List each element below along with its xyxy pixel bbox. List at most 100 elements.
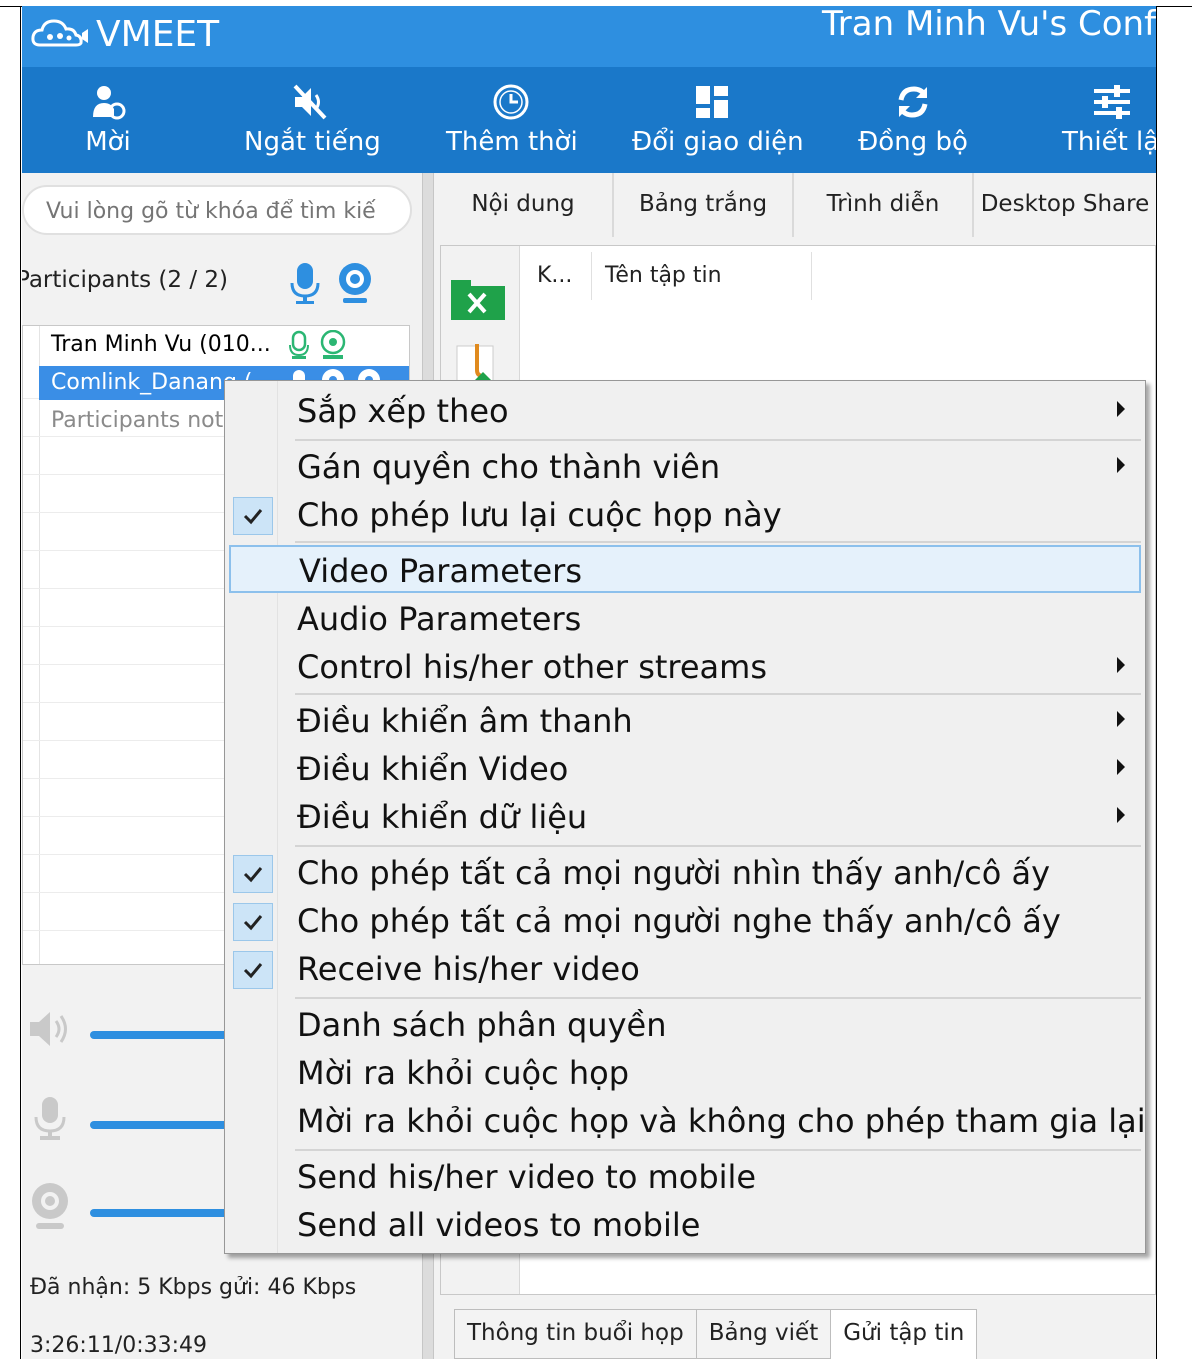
tab-content[interactable]: Nội dung: [434, 173, 614, 237]
conference-title: Tran Minh Vu's Conference: [822, 6, 1156, 44]
main-toolbar: Mời Ngắt tiếng Thêm thời Đổi giao diện Đ…: [22, 67, 1156, 173]
participant-row[interactable]: Tran Minh Vu (010...: [39, 328, 271, 362]
bandwidth-status: Đã nhận: 5 Kbps gửi: 46 Kbps: [30, 1275, 357, 1300]
menu-item-label: Audio Parameters: [297, 600, 582, 638]
participant-row[interactable]: Participants not: [39, 404, 223, 438]
menu-item-label: Điều khiển dữ liệu: [297, 798, 588, 836]
menu-item-label: Cho phép tất cả mọi người nghe thấy anh/…: [297, 902, 1061, 940]
webcam-icon: [339, 263, 371, 303]
webcam-icon[interactable]: [319, 330, 347, 360]
app-name: VMEET: [96, 13, 220, 55]
add-time-button[interactable]: Thêm thời: [446, 79, 578, 159]
menu-item-label: Send his/her video to mobile: [297, 1158, 757, 1196]
change-layout-button[interactable]: Đổi giao diện: [632, 79, 804, 159]
menu-separator: [295, 1149, 1141, 1151]
microphone-icon[interactable]: [287, 330, 311, 360]
menu-item-label: Điều khiển Video: [297, 750, 569, 788]
menu-item-label: Danh sách phân quyền: [297, 1006, 667, 1044]
menu-item-label: Cho phép lưu lại cuộc họp này: [297, 496, 782, 534]
sync-button[interactable]: Đồng bộ: [858, 79, 968, 159]
invite-button[interactable]: Mời: [76, 79, 140, 159]
settings-sliders-icon: [1094, 85, 1130, 119]
menu-item-allow-record[interactable]: Cho phép lưu lại cuộc họp này: [229, 491, 1141, 539]
outer-border-right: [1156, 6, 1157, 1359]
menu-separator: [295, 541, 1141, 543]
menu-separator: [295, 997, 1141, 999]
submenu-arrow-icon: [1117, 759, 1125, 775]
menu-item-label: Video Parameters: [299, 552, 582, 590]
sync-icon: [898, 86, 928, 118]
tab-meeting-info[interactable]: Thông tin buổi họp: [454, 1309, 697, 1359]
submenu-arrow-icon: [1117, 401, 1125, 417]
mute-icon: [293, 84, 327, 120]
cloud-logo-icon: [31, 19, 88, 47]
participant-name: Tran Minh Vu (010...: [51, 332, 271, 357]
checkmark-icon: [233, 497, 273, 535]
submenu-arrow-icon: [1117, 457, 1125, 473]
bottom-tabs: Thông tin buổi họp Bảng viết Gửi tập tin: [454, 1309, 978, 1359]
tab-presentation[interactable]: Trình diễn: [794, 173, 974, 237]
menu-separator: [295, 439, 1141, 441]
column-separator: [591, 252, 592, 300]
settings-label: Thiết lập: [1062, 127, 1156, 157]
column-file-name[interactable]: Tên tập tin: [605, 252, 722, 300]
tab-writing-board[interactable]: Bảng viết: [695, 1309, 832, 1359]
mute-button[interactable]: Ngắt tiếng: [244, 79, 381, 159]
invite-label: Mời: [85, 127, 131, 157]
tab-send-file[interactable]: Gửi tập tin: [830, 1309, 978, 1359]
menu-item-allow-everyone-hear[interactable]: Cho phép tất cả mọi người nghe thấy anh/…: [229, 897, 1141, 945]
tab-desktop-share[interactable]: Desktop Share: [974, 173, 1156, 237]
menu-item-label: Cho phép tất cả mọi người nhìn thấy anh/…: [297, 854, 1051, 892]
menu-item-send-all-videos-mobile[interactable]: Send all videos to mobile: [229, 1201, 1141, 1249]
menu-item-label: Receive his/her video: [297, 950, 640, 988]
menu-item-send-video-mobile[interactable]: Send his/her video to mobile: [229, 1153, 1141, 1201]
participants-count: Participants (2 / 2): [22, 267, 228, 293]
submenu-arrow-icon: [1117, 657, 1125, 673]
column-kind[interactable]: K...: [537, 252, 572, 300]
search-input[interactable]: [44, 195, 398, 227]
clock-icon: [493, 84, 529, 120]
participant-row-icons: [287, 330, 347, 360]
change-layout-label: Đổi giao diện: [632, 127, 804, 157]
menu-item-video-control[interactable]: Điều khiển Video: [229, 745, 1141, 793]
menu-item-label: Send all videos to mobile: [297, 1206, 701, 1244]
menu-item-label: Gán quyền cho thành viên: [297, 448, 721, 486]
excel-file-icon[interactable]: [449, 278, 509, 322]
menu-item-label: Điều khiển âm thanh: [297, 702, 633, 740]
menu-item-label: Mời ra khỏi cuộc họp: [297, 1054, 630, 1092]
menu-item-video-parameters[interactable]: Video Parameters: [229, 545, 1141, 593]
settings-button[interactable]: Thiết lập: [1062, 79, 1156, 159]
tab-whiteboard[interactable]: Bảng trắng: [614, 173, 794, 237]
add-user-icon: [93, 86, 126, 120]
menu-item-control-streams[interactable]: Control his/her other streams: [229, 643, 1141, 691]
meeting-time: 3:26:11/0:33:49: [30, 1333, 208, 1358]
menu-item-assign-permissions[interactable]: Gán quyền cho thành viên: [229, 443, 1141, 491]
checkmark-icon: [233, 951, 273, 989]
column-separator: [811, 252, 812, 300]
menu-separator: [295, 693, 1141, 695]
menu-item-receive-video[interactable]: Receive his/her video: [229, 945, 1141, 993]
microphone-icon: [34, 1097, 66, 1140]
menu-item-kick[interactable]: Mời ra khỏi cuộc họp: [229, 1049, 1141, 1097]
speaker-icon: [30, 1012, 67, 1046]
content-tabs: Nội dung Bảng trắng Trình diễn Desktop S…: [434, 173, 1156, 237]
menu-item-sort-by[interactable]: Sắp xếp theo: [229, 387, 1141, 435]
submenu-arrow-icon: [1117, 711, 1125, 727]
participant-name: Comlink_Danang (: [51, 370, 253, 395]
participant-name: Participants not: [51, 408, 224, 433]
menu-item-label: Control his/her other streams: [297, 648, 767, 686]
menu-separator: [295, 845, 1141, 847]
title-bar: VMEET Tran Minh Vu's Conference: [22, 6, 1156, 67]
all-mic-toggle[interactable]: [288, 261, 322, 309]
submenu-arrow-icon: [1117, 807, 1125, 823]
menu-item-permission-list[interactable]: Danh sách phân quyền: [229, 1001, 1141, 1049]
menu-item-data-control[interactable]: Điều khiển dữ liệu: [229, 793, 1141, 841]
search-box[interactable]: [22, 185, 412, 235]
menu-item-audio-control[interactable]: Điều khiển âm thanh: [229, 697, 1141, 745]
menu-item-kick-and-ban[interactable]: Mời ra khỏi cuộc họp và không cho phép t…: [229, 1097, 1146, 1145]
microphone-icon: [290, 263, 320, 304]
checkmark-icon: [233, 855, 273, 893]
menu-item-allow-everyone-see[interactable]: Cho phép tất cả mọi người nhìn thấy anh/…: [229, 849, 1141, 897]
all-camera-toggle[interactable]: [336, 261, 374, 309]
menu-item-audio-parameters[interactable]: Audio Parameters: [229, 595, 1141, 643]
